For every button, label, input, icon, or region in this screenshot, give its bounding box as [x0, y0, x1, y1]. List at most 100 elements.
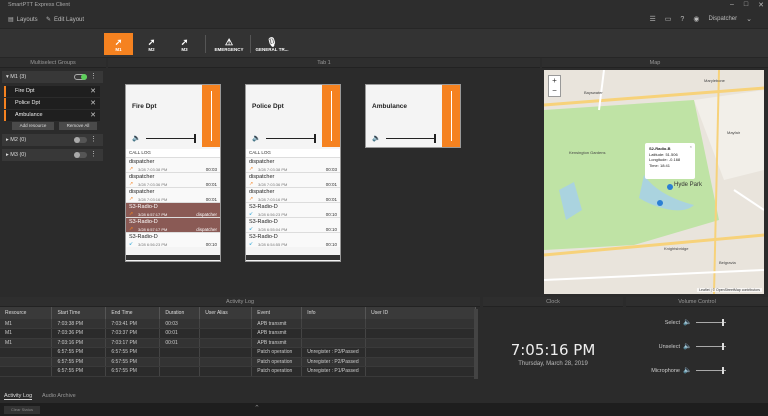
column-header[interactable]: Resource — [0, 307, 53, 319]
add-resource-button[interactable]: Add resource — [12, 122, 54, 130]
chevron-down-icon[interactable]: ▾ — [6, 74, 9, 80]
resource-row[interactable]: Ambulance ✕ — [4, 110, 100, 121]
group-toggle[interactable] — [74, 152, 87, 158]
resource-card-fire[interactable]: Fire Dpt 🔈 CALL LOG dispatcher ↗ 3/28 7:03… — [125, 84, 221, 262]
column-header[interactable]: User ID — [365, 307, 476, 319]
table-cell — [301, 319, 367, 329]
column-header[interactable]: Event — [251, 307, 303, 319]
table-row[interactable]: M1 7:03:16 PM 7:03:17 PM 00:01 APB transmit — [0, 338, 476, 348]
close-icon[interactable]: ✕ — [90, 110, 96, 121]
card-volume[interactable]: 🔈 — [132, 134, 200, 143]
clear-status-button[interactable]: Clear Status — [4, 406, 40, 414]
call-log-entry[interactable]: S3-Radio-D ↙ 3/28 6:54:55 PM 00:10 — [246, 232, 340, 247]
call-log-entry[interactable]: dispatcher ↗ 3/28 7:03:16 PM 00:01 — [246, 187, 340, 202]
volume-thumb[interactable] — [314, 134, 316, 143]
group-name: M3 (0) — [10, 152, 27, 158]
call-log-entry[interactable]: S3-Radio-D ↙ 3/28 6:55:04 PM 00:10 — [246, 217, 340, 232]
tab-audio-archive[interactable]: Audio Archive — [42, 393, 76, 399]
minimize-icon[interactable]: – — [730, 1, 734, 9]
emergency-button[interactable]: ⚠ EMERGENCY — [212, 33, 246, 55]
activity-log-header: Activity Log — [0, 297, 480, 307]
volume-thumb[interactable] — [722, 343, 724, 350]
group-row-m3[interactable]: ▸ M3 (0) ⋮ — [2, 149, 103, 161]
call-log-entry[interactable]: dispatcher ↗ 3/28 7:03:38 PM 00:03 — [126, 157, 220, 172]
layouts-menu[interactable]: ▤ Layouts — [8, 16, 38, 24]
volume-thumb[interactable] — [434, 134, 436, 143]
table-row[interactable]: M1 7:03:38 PM 7:03:41 PM 00:03 APB transmit — [0, 319, 476, 329]
ptt-bar[interactable] — [202, 85, 220, 147]
user-icon[interactable]: ◉ — [693, 15, 699, 23]
call-log-entry[interactable]: S3-Radio-D ⇗ 3/28 6:57:17 PM dispatcher — [126, 202, 220, 217]
tab-activity-log[interactable]: Activity Log — [4, 393, 33, 400]
table-row[interactable]: M1 7:03:36 PM 7:03:37 PM 00:01 APB transmit — [0, 328, 476, 339]
resource-row[interactable]: Fire Dpt ✕ — [4, 86, 100, 97]
table-row[interactable]: 6:57:55 PM 6:57:55 PM Patch operation Unreg… — [0, 347, 476, 358]
arrow-icon: ➚ — [114, 36, 123, 47]
table-cell: 7:03:41 PM — [105, 319, 161, 329]
column-header[interactable]: End Time — [105, 307, 161, 319]
call-log-entry[interactable]: S3-Radio-D ↙ 3/28 6:56:23 PM 00:10 — [126, 232, 220, 247]
call-log-entry[interactable]: dispatcher ↗ 3/28 7:03:36 PM 00:01 — [246, 172, 340, 187]
speaker-icon: 🔈 — [372, 135, 381, 142]
chevron-up-icon[interactable]: ⌃ — [254, 404, 260, 412]
multiselect-m2-button[interactable]: ➚ M2 — [137, 33, 166, 55]
ptt-bar[interactable] — [322, 85, 340, 147]
group-row-m2[interactable]: ▸ M2 (0) ⋮ — [2, 134, 103, 146]
call-log-entry[interactable]: dispatcher ↗ 3/28 7:03:16 PM 00:01 — [126, 187, 220, 202]
volume-thumb[interactable] — [722, 319, 724, 326]
close-icon[interactable]: × — [690, 144, 692, 150]
group-toggle[interactable] — [74, 137, 87, 143]
volume-thumb[interactable] — [194, 134, 196, 143]
table-cell — [199, 357, 253, 367]
remove-all-button[interactable]: Remove All — [59, 122, 97, 130]
column-header[interactable]: Info — [301, 307, 367, 319]
map-view[interactable]: + − Hyde Park Kensington Gardens Mayfair … — [544, 70, 764, 294]
close-icon[interactable]: ✕ — [758, 1, 764, 9]
card-volume[interactable]: 🔈 — [252, 134, 320, 143]
chevron-right-icon[interactable]: ▸ — [6, 137, 9, 143]
card-volume[interactable]: 🔈 — [372, 134, 440, 143]
group-toggle[interactable] — [74, 74, 87, 80]
table-cell — [365, 357, 476, 367]
call-log-entry[interactable]: dispatcher ↗ 3/28 7:03:38 PM 00:03 — [246, 157, 340, 172]
user-name[interactable]: Dispatcher — [708, 16, 737, 22]
help-icon[interactable]: ? — [680, 16, 684, 23]
volume-thumb[interactable] — [722, 367, 724, 374]
call-log-entry[interactable]: S3-Radio-D ⇗ 3/28 6:57:17 PM dispatcher — [126, 217, 220, 232]
zoom-in-button[interactable]: + — [549, 76, 560, 86]
more-icon[interactable]: ⋮ — [90, 71, 97, 83]
map-label: Mayfair — [727, 130, 741, 135]
close-icon[interactable]: ✕ — [90, 86, 96, 97]
more-icon[interactable]: ⋮ — [90, 134, 97, 146]
radio-marker[interactable] — [657, 200, 663, 206]
monitor-icon[interactable]: ▭ — [665, 15, 672, 23]
scrollbar[interactable] — [474, 309, 478, 379]
more-icon[interactable]: ⋮ — [90, 149, 97, 161]
chevron-down-icon[interactable]: ⌄ — [746, 15, 752, 23]
maximize-icon[interactable]: □ — [744, 1, 748, 9]
chevron-right-icon[interactable]: ▸ — [6, 152, 9, 158]
table-row[interactable]: 6:57:55 PM 6:57:55 PM Patch operation Unreg… — [0, 357, 476, 367]
zoom-out-button[interactable]: − — [549, 86, 560, 96]
call-log-entry[interactable]: dispatcher ↗ 3/28 7:03:36 PM 00:01 — [126, 172, 220, 187]
call-log-entry[interactable]: S3-Radio-D ↙ 3/28 6:56:23 PM 00:10 — [246, 202, 340, 217]
table-row[interactable]: 6:57:55 PM 6:57:55 PM Patch operation Unreg… — [0, 366, 476, 377]
radio-marker[interactable] — [667, 184, 673, 190]
call-log-label: CALL LOG — [126, 149, 220, 157]
zoom-control: + − — [548, 75, 561, 97]
resource-card-police[interactable]: Police Dpt 🔈 CALL LOG dispatcher ↗ 3/28 7:… — [245, 84, 341, 262]
group-row-m1[interactable]: ▾ M1 (3) ⋮ — [2, 71, 103, 83]
edit-layout-menu[interactable]: ✎ Edit Layout — [46, 16, 84, 24]
resource-card-ambulance[interactable]: Ambulance 🔈 — [365, 84, 461, 148]
ptt-bar[interactable] — [442, 85, 460, 147]
column-header[interactable]: Duration — [159, 307, 201, 319]
column-header[interactable]: Start Time — [51, 307, 107, 319]
multiselect-m1-button[interactable]: ➚ M1 — [104, 33, 133, 55]
general-transmit-button[interactable]: 🎙 GENERAL TR... — [255, 33, 289, 55]
column-header[interactable]: User Alias — [199, 307, 253, 319]
multiselect-m3-button[interactable]: ➚ M3 — [170, 33, 199, 55]
resource-row[interactable]: Police Dpt ✕ — [4, 98, 100, 109]
list-icon[interactable]: ☰ — [650, 15, 656, 23]
close-icon[interactable]: ✕ — [90, 98, 96, 109]
menu-right: ☰ ▭ ? ◉ Dispatcher ⌄ — [650, 15, 752, 24]
